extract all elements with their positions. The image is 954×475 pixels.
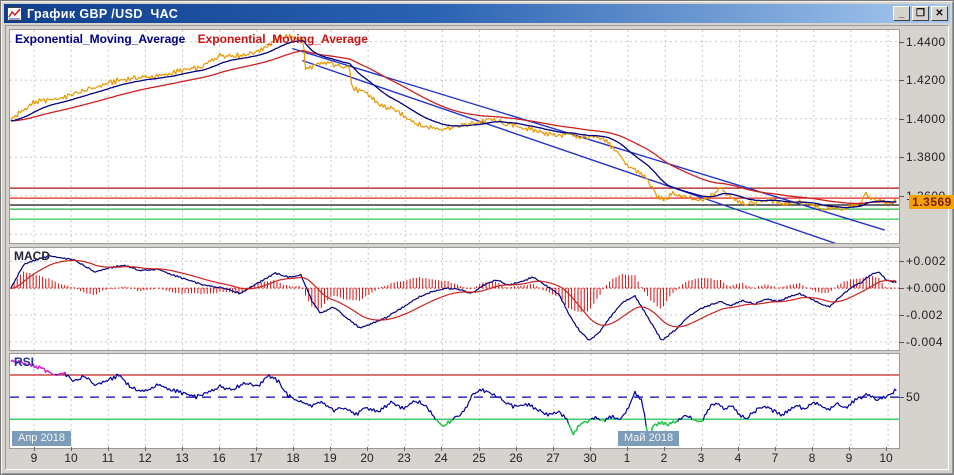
x-axis-day-label: 18 bbox=[286, 451, 300, 465]
macd-ytick-mark bbox=[899, 261, 904, 263]
x-axis-day-label: 25 bbox=[472, 451, 486, 465]
macd-ytick-label: +0.000 bbox=[906, 281, 947, 296]
price-ytick-label: 1.4000 bbox=[906, 111, 946, 126]
x-axis-day-label: 9 bbox=[30, 451, 38, 465]
x-axis-day-label: 10 bbox=[879, 451, 893, 465]
x-axis-day-label: 11 bbox=[101, 451, 115, 465]
month-badge: Апр 2018 bbox=[12, 431, 71, 446]
x-axis-day-label: 24 bbox=[434, 451, 448, 465]
macd-chart-panel[interactable] bbox=[9, 247, 900, 351]
price-ytick-mark bbox=[899, 118, 904, 120]
x-axis-day-label: 10 bbox=[64, 451, 78, 465]
macd-label: MACD bbox=[14, 249, 50, 263]
rsi-ytick-mark bbox=[899, 397, 904, 399]
chart-window: График GBP /USD ЧАС _ ❐ ✕ Exponential_Mo… bbox=[0, 0, 954, 475]
minimize-button[interactable]: _ bbox=[893, 6, 910, 21]
x-axis-day-label: 23 bbox=[397, 451, 411, 465]
x-axis-day-label: 19 bbox=[323, 451, 337, 465]
price-chart-panel[interactable] bbox=[9, 29, 900, 244]
x-axis-day-label: 17 bbox=[249, 451, 263, 465]
macd-ytick-label: +0.002 bbox=[906, 254, 947, 269]
price-ytick-label: 1.3800 bbox=[906, 150, 946, 165]
chart-app-icon bbox=[7, 6, 22, 21]
window-title: График GBP /USD ЧАС bbox=[27, 6, 179, 21]
x-axis-day-label: 12 bbox=[138, 451, 152, 465]
close-button[interactable]: ✕ bbox=[931, 6, 948, 21]
rsi-plot bbox=[10, 354, 899, 448]
price-ytick-mark bbox=[899, 80, 904, 82]
x-axis-day-label: 8 bbox=[808, 451, 816, 465]
rsi-label: RSI bbox=[14, 355, 35, 369]
ema-legend: Exponential_Moving_Average Exponential_M… bbox=[15, 32, 368, 46]
x-axis-day-label: 9 bbox=[845, 451, 853, 465]
current-price-tag: 1.3569 bbox=[909, 194, 954, 209]
x-axis-day-label: 13 bbox=[175, 451, 189, 465]
macd-ytick-mark bbox=[899, 288, 904, 290]
x-axis-day-label: 26 bbox=[509, 451, 523, 465]
price-ytick-label: 1.4200 bbox=[906, 73, 946, 88]
rsi-ytick-label: 50 bbox=[906, 390, 921, 405]
x-axis-day-label: 2 bbox=[660, 451, 668, 465]
x-axis-day-label: 16 bbox=[212, 451, 226, 465]
price-ytick-mark bbox=[899, 195, 904, 197]
x-axis-day-label: 4 bbox=[734, 451, 742, 465]
x-axis-day-label: 27 bbox=[546, 451, 560, 465]
macd-ytick-label: -0.004 bbox=[906, 334, 944, 349]
x-axis-day-label: 3 bbox=[697, 451, 705, 465]
ema-fast-label: Exponential_Moving_Average bbox=[15, 32, 186, 46]
macd-plot bbox=[10, 248, 899, 350]
price-ytick-mark bbox=[899, 157, 904, 159]
price-ytick-label: 1.4400 bbox=[906, 34, 946, 49]
macd-ytick-mark bbox=[899, 315, 904, 316]
macd-ytick-label: -0.002 bbox=[906, 308, 944, 322]
x-axis-day-label: 1 bbox=[623, 451, 631, 465]
maximize-button[interactable]: ❐ bbox=[912, 6, 929, 21]
x-axis-day-label: 20 bbox=[360, 451, 374, 465]
macd-ytick-mark bbox=[899, 341, 904, 343]
ema-slow-label: Exponential_Moving_Average bbox=[197, 32, 368, 46]
price-plot bbox=[10, 30, 899, 243]
x-axis-day-label: 7 bbox=[771, 451, 779, 465]
rsi-chart-panel[interactable] bbox=[9, 353, 900, 449]
window-titlebar[interactable]: График GBP /USD ЧАС _ ❐ ✕ bbox=[4, 4, 950, 23]
price-ytick-mark bbox=[899, 41, 904, 43]
x-axis-day-label: 30 bbox=[583, 451, 597, 465]
month-badge: Май 2018 bbox=[618, 431, 680, 446]
